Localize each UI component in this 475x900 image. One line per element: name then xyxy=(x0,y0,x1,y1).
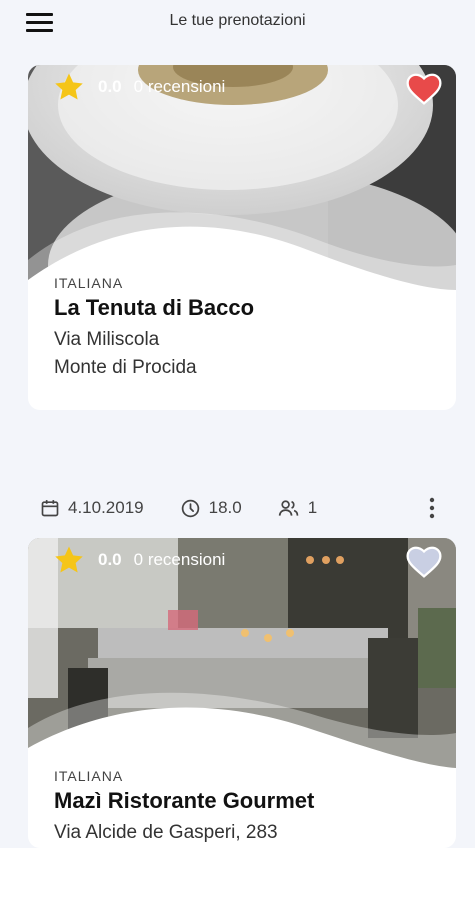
restaurant-card[interactable]: 0.0 0 recensioni ITALIANA Mazì Ristorant… xyxy=(28,538,456,848)
booking-time-text: 18.0 xyxy=(208,498,242,517)
booking-time: 18.0 xyxy=(180,498,242,519)
calendar-icon xyxy=(41,500,59,517)
people-icon xyxy=(278,500,299,516)
star-icon xyxy=(55,546,83,573)
booking-date: 4.10.2019 xyxy=(40,498,144,518)
rating-row: 0.0 0 recensioni xyxy=(52,71,225,103)
heart-icon[interactable] xyxy=(404,69,444,105)
booking-details: 4.10.2019 18.0 1 xyxy=(40,494,460,522)
booking-guests-text: 1 xyxy=(307,498,318,517)
cuisine-label: ITALIANA xyxy=(54,768,124,784)
page-title: Le tue prenotazioni xyxy=(169,12,306,29)
bottom-bar xyxy=(0,848,475,900)
restaurant-card[interactable]: 0.0 0 recensioni ITALIANA La Tenuta di B… xyxy=(28,65,456,410)
address-line1: Via Alcide de Gasperi, 283 xyxy=(54,822,278,843)
restaurant-info: ITALIANA Mazì Ristorante Gourmet Via Alc… xyxy=(54,768,314,844)
booking-guests: 1 xyxy=(278,498,317,518)
cuisine-label: ITALIANA xyxy=(54,275,124,291)
booking-date-text: 4.10.2019 xyxy=(68,498,144,517)
address-line1: Via Miliscola xyxy=(54,329,160,350)
rating-score: 0.0 xyxy=(98,77,122,96)
star-icon xyxy=(55,73,83,100)
restaurant-info: ITALIANA La Tenuta di Bacco Via Miliscol… xyxy=(54,275,254,379)
reviews-count: 0 recensioni xyxy=(133,77,226,96)
restaurant-photo xyxy=(28,538,456,798)
rating-row: 0.0 0 recensioni xyxy=(52,544,225,576)
reviews-count: 0 recensioni xyxy=(133,550,226,569)
restaurant-name[interactable]: La Tenuta di Bacco xyxy=(54,295,254,321)
top-app-bar: Le tue prenotazioni xyxy=(0,0,475,44)
address-line2: Monte di Procida xyxy=(54,357,197,378)
restaurant-name[interactable]: Mazì Ristorante Gourmet xyxy=(54,788,314,814)
heart-icon[interactable] xyxy=(404,542,444,578)
more-vert-icon[interactable] xyxy=(424,496,440,520)
rating-score: 0.0 xyxy=(98,550,122,569)
clock-icon xyxy=(181,499,199,517)
